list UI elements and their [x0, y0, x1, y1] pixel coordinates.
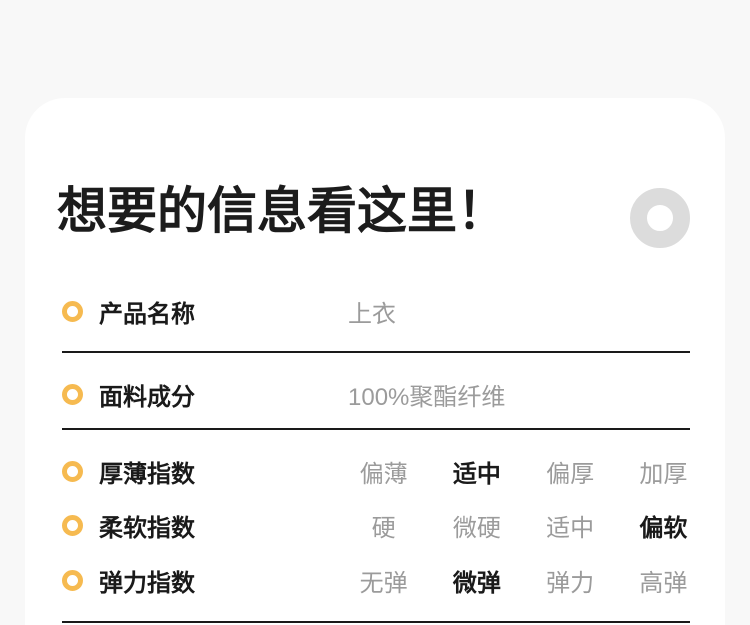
divider	[62, 351, 690, 353]
row-value: 100%聚酯纤维	[348, 377, 505, 412]
index-row-elasticity: 弹力指数 无弹 微弹 弹力 高弹	[62, 565, 715, 595]
scale-option: 硬	[337, 508, 430, 543]
row-value: 上衣	[348, 294, 396, 329]
scale-option: 偏薄	[337, 454, 430, 489]
product-info-page: 想要的信息看这里！ 产品名称 上衣 面料成分 100%聚酯纤维 厚薄指数 偏薄 …	[0, 0, 750, 625]
divider	[62, 621, 690, 623]
scale-option: 加厚	[617, 454, 710, 489]
option-scale: 硬 微硬 适中 偏软	[337, 508, 710, 543]
ring-bullet-icon	[62, 515, 83, 536]
scale-option-selected: 适中	[430, 454, 523, 489]
divider	[62, 428, 690, 430]
page-title: 想要的信息看这里！	[57, 184, 507, 238]
scale-option: 偏厚	[524, 454, 617, 489]
index-row-softness: 柔软指数 硬 微硬 适中 偏软	[62, 510, 715, 540]
row-label: 柔软指数	[99, 508, 195, 543]
row-label: 产品名称	[99, 294, 195, 329]
scale-option: 微硬	[430, 508, 523, 543]
info-row-product-name: 产品名称 上衣	[62, 296, 715, 326]
ring-bullet-icon	[62, 570, 83, 591]
option-scale: 偏薄 适中 偏厚 加厚	[337, 454, 710, 489]
scale-option-selected: 偏软	[617, 508, 710, 543]
ring-bullet-icon	[62, 301, 83, 322]
scale-option: 弹力	[524, 563, 617, 598]
scale-option: 无弹	[337, 563, 430, 598]
row-label: 弹力指数	[99, 563, 195, 598]
ring-bullet-icon	[62, 384, 83, 405]
info-card: 想要的信息看这里！ 产品名称 上衣 面料成分 100%聚酯纤维 厚薄指数 偏薄 …	[25, 98, 725, 625]
option-scale: 无弹 微弹 弹力 高弹	[337, 563, 710, 598]
index-row-thickness: 厚薄指数 偏薄 适中 偏厚 加厚	[62, 456, 715, 486]
scale-option-selected: 微弹	[430, 563, 523, 598]
scale-option: 适中	[524, 508, 617, 543]
scale-option: 高弹	[617, 563, 710, 598]
info-row-fabric: 面料成分 100%聚酯纤维	[62, 379, 715, 409]
ring-bullet-icon	[62, 461, 83, 482]
row-label: 厚薄指数	[99, 454, 195, 489]
row-label: 面料成分	[99, 377, 195, 412]
ring-decoration-icon	[630, 188, 690, 248]
